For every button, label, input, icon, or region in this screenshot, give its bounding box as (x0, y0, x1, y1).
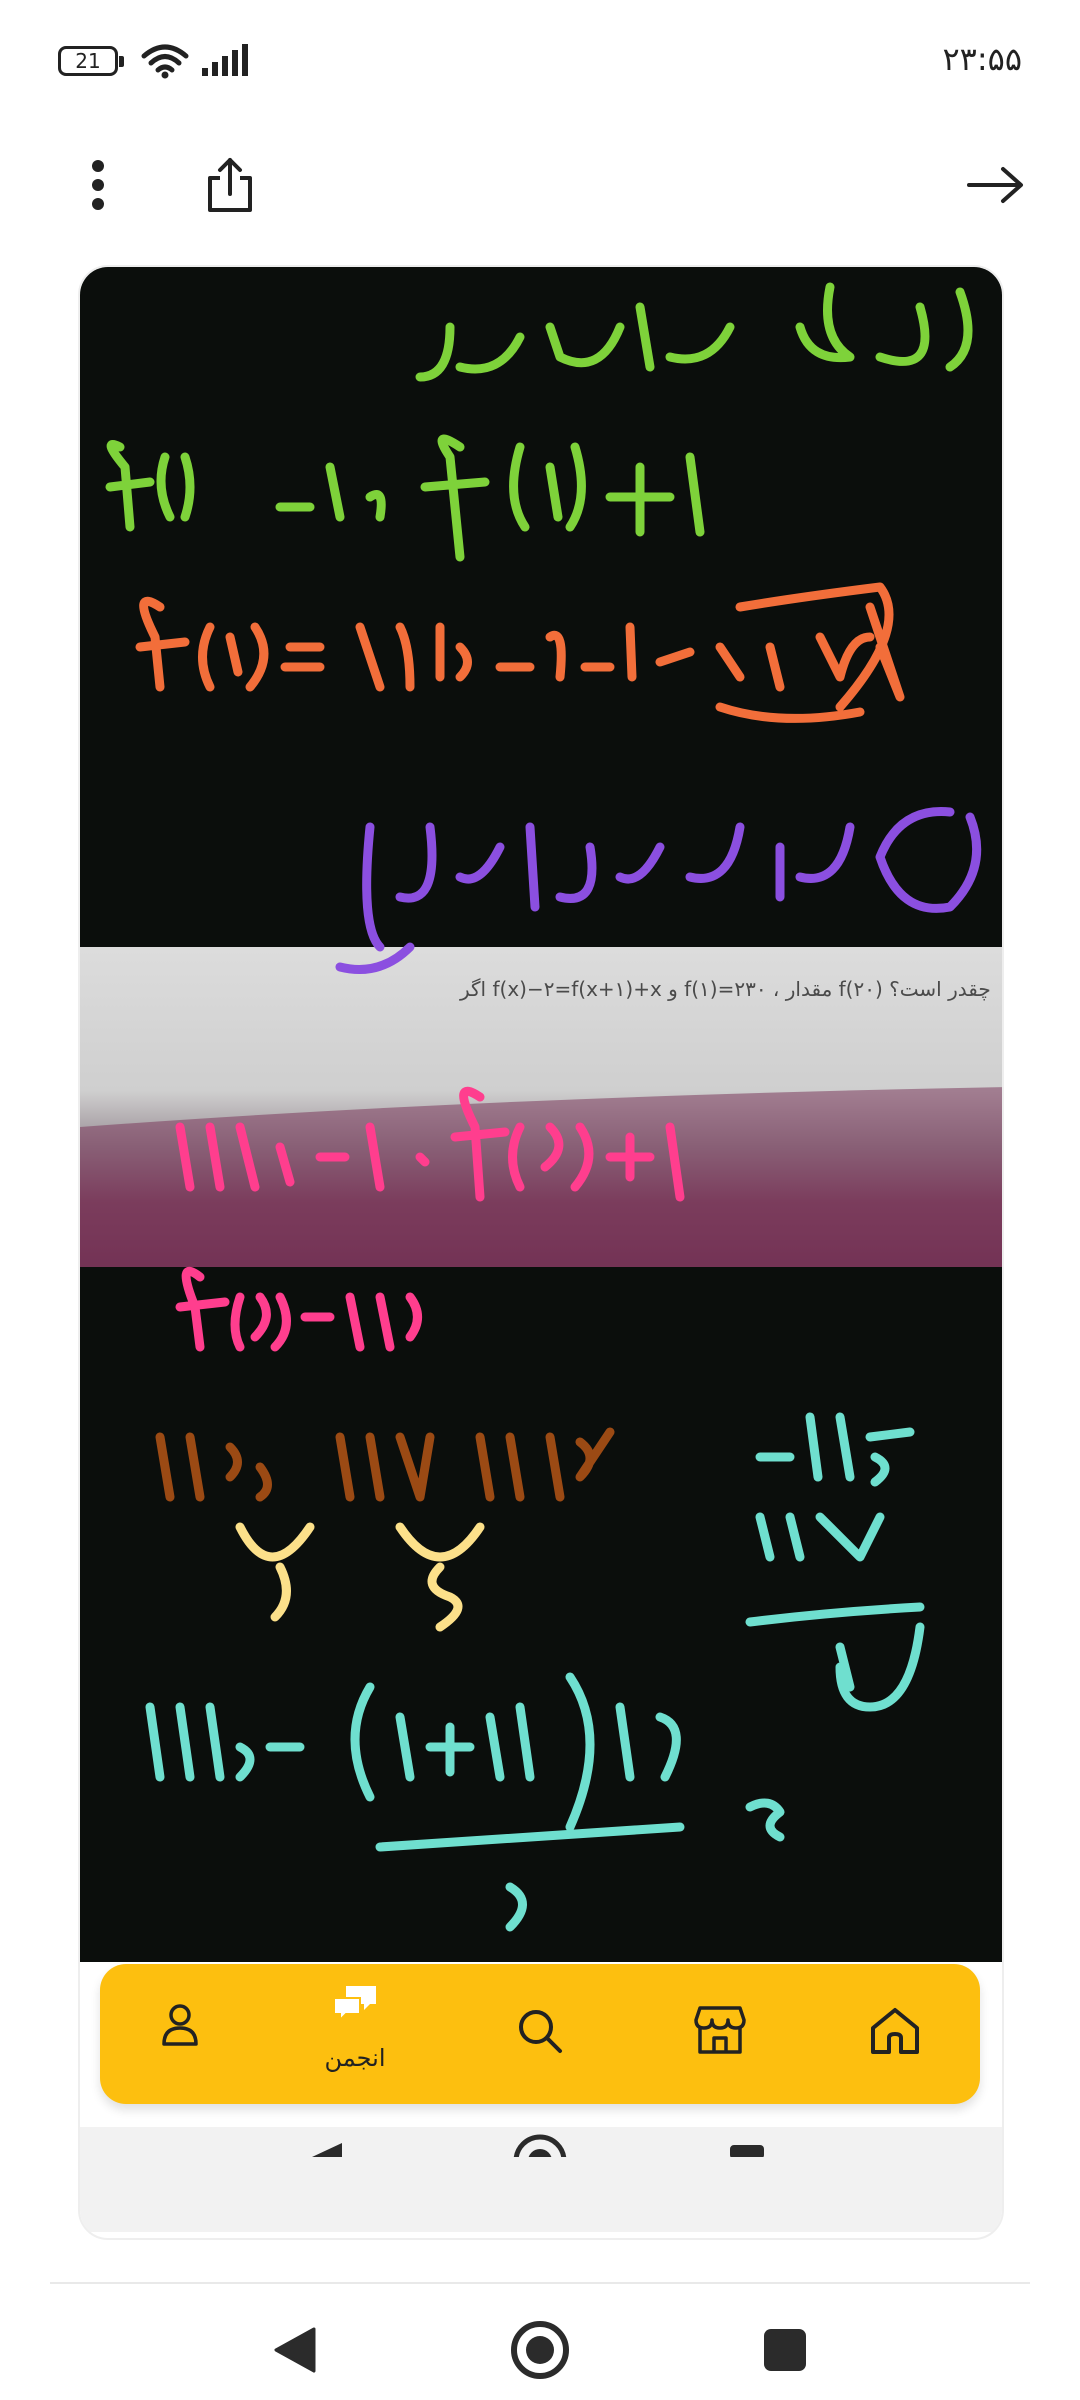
store-icon (694, 2006, 746, 2054)
system-recents-button[interactable] (745, 2310, 825, 2390)
clock: ۲۳:۵۵ (942, 40, 1022, 78)
post-card: اگر f(x)−۲=f(x+۱)+x و f(۱)=۲۳۰ ، مقدار f… (78, 265, 1004, 2240)
top-toolbar (0, 130, 1080, 230)
system-home-button[interactable] (500, 2310, 580, 2390)
signal-bars-icon (202, 44, 248, 76)
profile-icon (162, 2004, 198, 2046)
battery-level: 21 (75, 49, 101, 73)
nav-item-forum[interactable]: انجمن (295, 1964, 415, 2104)
embedded-screenshot-strip (80, 2127, 1002, 2232)
system-back-button[interactable] (255, 2310, 335, 2390)
more-options-button[interactable] (70, 150, 126, 220)
nav-label-forum: انجمن (324, 2044, 386, 2072)
triangle-back-icon (274, 2327, 316, 2373)
system-navigation-bar (0, 2290, 1080, 2400)
forum-icon (333, 1986, 376, 2023)
wifi-icon (141, 44, 189, 79)
search-icon (519, 2010, 562, 2053)
nav-item-store[interactable] (660, 1964, 780, 2104)
post-image[interactable]: اگر f(x)−۲=f(x+۱)+x و f(۱)=۲۳۰ ، مقدار f… (80, 267, 1002, 1962)
back-button[interactable] (950, 145, 1040, 225)
home-icon (871, 2008, 919, 2054)
more-vertical-icon (92, 160, 104, 210)
status-bar: 21 ۲۳:۵۵ (0, 0, 1080, 120)
nav-item-profile[interactable] (120, 1964, 240, 2104)
handwritten-solution-drawing (80, 282, 1002, 1932)
share-button[interactable] (190, 145, 270, 225)
circle-home-icon (511, 2321, 569, 2379)
photo-question-text: اگر f(x)−۲=f(x+۱)+x و f(۱)=۲۳۰ ، مقدار f… (460, 977, 991, 1001)
arrow-right-icon (967, 167, 1023, 203)
divider (50, 2282, 1030, 2284)
partial-system-nav-icons (312, 2134, 764, 2157)
bottom-navigation-bar: انجمن (100, 1964, 980, 2104)
square-recents-icon (764, 2329, 806, 2371)
nav-item-search[interactable] (480, 1964, 600, 2104)
nav-item-home[interactable] (835, 1964, 955, 2104)
share-icon (208, 158, 252, 212)
battery-icon: 21 (58, 46, 124, 76)
